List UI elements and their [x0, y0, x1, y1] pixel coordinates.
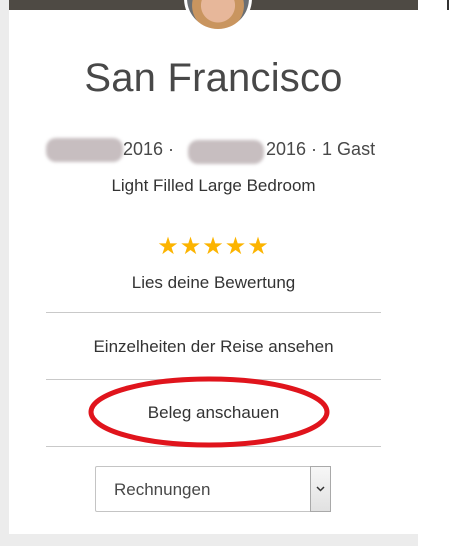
rating-stars-icon: ★★★★★ — [157, 233, 270, 260]
invoices-select-value: Rechnungen — [114, 480, 211, 499]
read-review-link[interactable]: Lies deine Bewertung — [9, 273, 418, 293]
background-strip — [418, 0, 449, 546]
redacted-check-out-date — [188, 140, 264, 164]
trip-card: San Francisco 2016 · 2016 · 1 Gast Light… — [9, 0, 418, 534]
chevron-down-icon[interactable] — [310, 466, 331, 512]
check-in-year: 2016 · — [123, 139, 175, 159]
check-out-and-guests: 2016 · 1 Gast — [266, 139, 376, 159]
invoices-select[interactable]: Rechnungen — [95, 466, 331, 512]
divider — [46, 379, 381, 380]
redacted-check-in-date — [46, 138, 123, 162]
trip-details-link[interactable]: Einzelheiten der Reise ansehen — [9, 337, 418, 357]
divider — [46, 446, 381, 447]
host-avatar — [184, 0, 252, 32]
divider — [46, 312, 381, 313]
trip-city-title: San Francisco — [84, 56, 343, 100]
view-receipt-link[interactable]: Beleg anschauen — [9, 403, 418, 423]
listing-title: Light Filled Large Bedroom — [111, 176, 316, 195]
trip-dates: 2016 · 2016 · 1 Gast — [9, 138, 418, 164]
